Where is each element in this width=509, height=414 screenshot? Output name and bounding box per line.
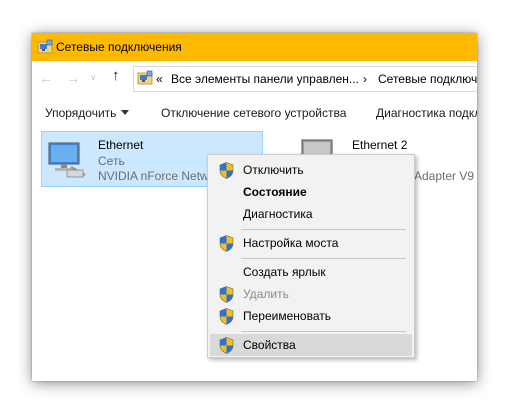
- command-bar: Упорядочить Отключение сетевого устройст…: [32, 97, 477, 127]
- organize-button[interactable]: Упорядочить: [45, 106, 130, 120]
- up-arrow-icon[interactable]: ↑: [112, 68, 120, 83]
- context-menu: Отключить Состояние Диагностика Настройк…: [207, 154, 415, 358]
- menu-item-rename[interactable]: Переименовать: [210, 305, 412, 327]
- menu-item-bridge[interactable]: Настройка моста: [210, 232, 412, 254]
- menu-item-properties[interactable]: Свойства: [210, 334, 412, 356]
- uac-shield-icon: [219, 308, 234, 325]
- recent-locations-chevron-icon[interactable]: ∨: [90, 70, 97, 84]
- address-field[interactable]: « Все элементы панели управлен... › Сете…: [133, 66, 477, 92]
- adapter-name: Ethernet 2: [352, 138, 408, 152]
- menu-separator: [241, 331, 406, 332]
- address-bar-row: ← → ∨ ↑ « Все элементы панели управлен..…: [32, 61, 477, 97]
- adapter-name: Ethernet: [98, 138, 144, 152]
- menu-separator: [241, 229, 406, 230]
- adapter-device: NVIDIA nForce Netw: [98, 169, 209, 183]
- uac-shield-icon: [219, 235, 234, 252]
- menu-separator: [241, 258, 406, 259]
- diagnose-connection-button[interactable]: Диагностика подкл: [376, 106, 477, 120]
- menu-item-label: Свойства: [243, 338, 296, 352]
- menu-item-label: Отключить: [243, 163, 304, 177]
- caret-down-icon: [121, 110, 130, 115]
- uac-shield-icon: [219, 337, 234, 354]
- menu-item-diagnostics[interactable]: Диагностика: [210, 203, 412, 225]
- adapter-device: Adapter V9: [414, 169, 475, 183]
- breadcrumb-separator: ›: [363, 72, 367, 86]
- uac-shield-icon: [219, 162, 234, 179]
- breadcrumb-network-connections[interactable]: Сетевые подключ: [378, 72, 477, 86]
- breadcrumb-overflow[interactable]: «: [156, 72, 163, 86]
- window-title: Сетевые подключения: [56, 40, 182, 54]
- menu-item-delete: Удалить: [210, 283, 412, 305]
- menu-item-label: Удалить: [243, 287, 289, 301]
- disable-device-button[interactable]: Отключение сетевого устройства: [161, 106, 346, 120]
- menu-item-label: Диагностика: [243, 207, 313, 221]
- network-adapter-icon: [48, 142, 86, 178]
- breadcrumb-all-control-panel-items[interactable]: Все элементы панели управлен...: [171, 72, 359, 86]
- menu-item-label: Переименовать: [243, 309, 331, 323]
- menu-item-create-shortcut[interactable]: Создать ярлык: [210, 261, 412, 283]
- menu-item-status[interactable]: Состояние: [210, 181, 412, 203]
- menu-item-label: Состояние: [243, 185, 307, 199]
- forward-arrow-icon[interactable]: →: [66, 71, 80, 85]
- menu-item-disable[interactable]: Отключить: [210, 159, 412, 181]
- adapter-network: Сеть: [98, 154, 125, 168]
- control-panel-icon: [137, 70, 153, 86]
- back-arrow-icon[interactable]: ←: [39, 71, 53, 85]
- network-connections-icon: [37, 39, 53, 55]
- uac-shield-icon: [219, 286, 234, 303]
- title-bar[interactable]: Сетевые подключения: [32, 33, 477, 61]
- organize-label: Упорядочить: [45, 106, 117, 120]
- menu-item-label: Создать ярлык: [243, 265, 326, 279]
- menu-item-label: Настройка моста: [243, 236, 339, 250]
